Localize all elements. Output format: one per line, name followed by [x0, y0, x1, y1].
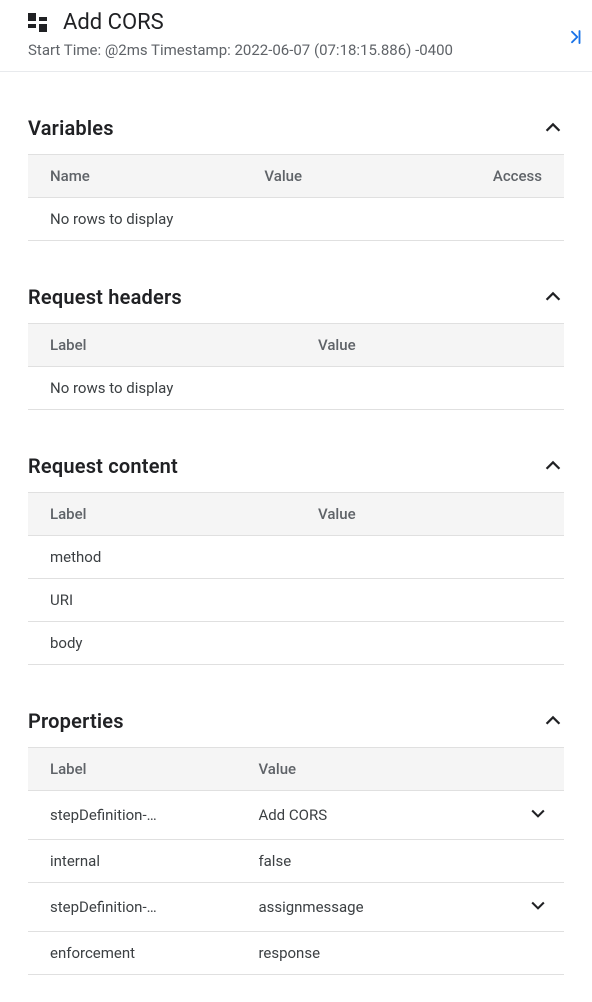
chevron-up-icon [542, 455, 564, 477]
variables-table: Name Value Access No rows to display [28, 154, 564, 241]
properties-table: Label Value stepDefinition-… Add CORS in… [28, 747, 564, 975]
table-empty-row: No rows to display [28, 367, 564, 410]
request-headers-table: Label Value No rows to display [28, 323, 564, 410]
collapse-panel-button[interactable] [566, 28, 584, 46]
chevron-up-icon [542, 117, 564, 139]
column-value: Value [236, 748, 564, 791]
variables-title: Variables [28, 116, 114, 140]
table-empty-row: No rows to display [28, 198, 564, 241]
column-value: Value [296, 324, 564, 367]
table-row: stepDefinition-… assignmessage [28, 883, 564, 932]
page-title: Add CORS [63, 10, 164, 35]
column-label: Label [28, 324, 296, 367]
chevron-down-icon[interactable] [528, 901, 548, 919]
column-label: Label [28, 493, 296, 536]
variables-section-header[interactable]: Variables [28, 112, 564, 154]
properties-section-header[interactable]: Properties [28, 705, 564, 747]
table-row: body [28, 622, 564, 665]
properties-title: Properties [28, 709, 124, 733]
request-content-title: Request content [28, 454, 178, 478]
request-content-table: Label Value method URI body [28, 492, 564, 665]
column-name: Name [28, 155, 242, 198]
chevron-down-icon[interactable] [528, 809, 548, 827]
column-label: Label [28, 748, 236, 791]
table-row: internal false [28, 840, 564, 883]
chevron-up-icon [542, 710, 564, 732]
table-row: enforcement response [28, 932, 564, 975]
request-headers-title: Request headers [28, 285, 182, 309]
page-subtitle: Start Time: @2ms Timestamp: 2022-06-07 (… [28, 41, 576, 59]
table-row: method [28, 536, 564, 579]
column-access: Access [457, 155, 564, 198]
column-value: Value [296, 493, 564, 536]
request-content-section-header[interactable]: Request content [28, 450, 564, 492]
column-value: Value [242, 155, 456, 198]
chevron-up-icon [542, 286, 564, 308]
table-row: stepDefinition-… Add CORS [28, 791, 564, 840]
table-row: URI [28, 579, 564, 622]
app-icon [28, 13, 47, 32]
request-headers-section-header[interactable]: Request headers [28, 281, 564, 323]
